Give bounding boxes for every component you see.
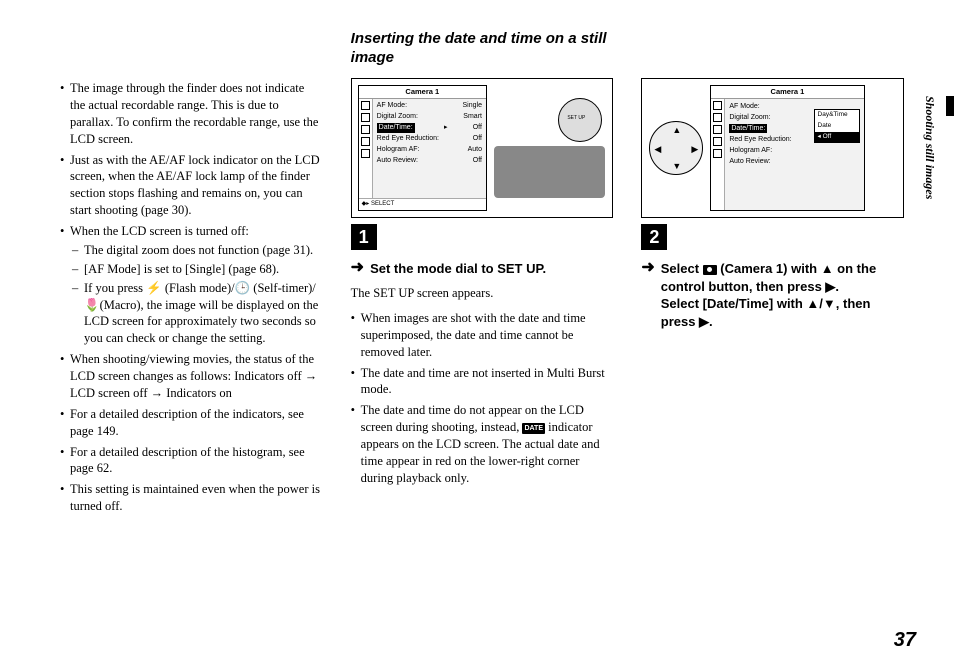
menu-icon-column [711, 99, 725, 210]
submenu-item-selected: ◂ Off [815, 132, 859, 143]
camera-icon [361, 101, 370, 110]
bullet-item: When the LCD screen is turned off: The d… [60, 223, 323, 347]
dpad-up-icon: ▲ [672, 124, 681, 136]
camera2-icon [713, 113, 722, 122]
menu-rows: AF Mode: Single Digital Zoom: Smart Date/T… [373, 99, 486, 199]
step-heading-text: Set the mode dial to SET UP. [370, 260, 546, 278]
step1-bullets: When images are shot with the date and t… [351, 310, 614, 487]
bullet-item: This setting is maintained even when the… [60, 481, 323, 515]
submenu-text: Off [823, 133, 832, 140]
menu-key: Digital Zoom: [729, 113, 770, 122]
menu-title: Camera 1 [359, 86, 486, 99]
sub-bullet-list: The digital zoom does not function (page… [70, 242, 323, 347]
menu-value: Off [473, 156, 482, 165]
dpad-illustration: ▲ ▼ ◀ ▶ [648, 85, 704, 211]
menu-key: Auto Review: [729, 157, 770, 166]
setup1-icon [361, 137, 370, 146]
dpad-down-icon: ▼ [672, 160, 681, 172]
section-side-label: Shooting still images [922, 96, 938, 199]
arrow-right-icon: ➜ [641, 260, 654, 276]
menu-key: AF Mode: [377, 101, 407, 110]
menu-screenshot-1: Camera 1 AF Mode: Single Digital Zoom: Sma… [358, 85, 487, 211]
sub-bullet-item: [AF Mode] is set to [Single] (page 68). [70, 261, 323, 278]
step1-diagram: Camera 1 AF Mode: Single Digital Zoom: Sma… [351, 78, 614, 218]
setup2-icon [361, 149, 370, 158]
camera-icon [703, 265, 717, 275]
bullet-item: The date and time do not appear on the L… [351, 402, 614, 486]
arrow-right-icon: ➜ [351, 260, 364, 278]
bullet-item: For a detailed description of the indica… [60, 406, 323, 440]
page-number: 37 [894, 627, 916, 654]
menu-key: Digital Zoom: [377, 112, 418, 121]
section-title: Inserting the date and time on a still i… [351, 30, 614, 68]
middle-column: Inserting the date and time on a still i… [351, 30, 614, 519]
menu-value: Off [473, 134, 482, 143]
camera-icon [713, 101, 722, 110]
date-indicator-icon: DATE [522, 423, 545, 434]
menu-footer: ◆▸ SELECT [359, 198, 486, 209]
menu-value: Single [463, 101, 482, 110]
bullet-item: When images are shot with the date and t… [351, 310, 614, 361]
menu-icon-column [359, 99, 373, 199]
mode-dial-icon [558, 98, 602, 142]
menu-key: Auto Review: [377, 156, 418, 165]
submenu-item: Day&Time [815, 110, 859, 121]
menu-value: Smart [463, 112, 482, 121]
menu-arrow: ▸ [440, 123, 448, 132]
submenu-popup: Day&Time Date ◂ Off [814, 109, 860, 143]
menu-rows: AF Mode: Digital Zoom: Date/Time: Red Ey… [725, 99, 863, 210]
sub-bullet-item: If you press ⚡ (Flash mode)/🕒 (Self-time… [70, 280, 323, 348]
memory-icon [361, 125, 370, 134]
dpad-right-icon: ▶ [691, 143, 698, 155]
camera2-icon [361, 113, 370, 122]
bullet-item: When shooting/viewing movies, the status… [60, 351, 323, 402]
camera-body-icon [494, 146, 605, 198]
step1-body: The SET UP screen appears. [351, 285, 614, 302]
step-number-1: 1 [351, 224, 377, 250]
step2-heading: ➜ Select (Camera 1) with ▲ on the contro… [641, 260, 904, 330]
dpad-icon: ▲ ▼ ◀ ▶ [649, 121, 703, 175]
step-text: Select [Date/Time] with ▲/▼, then press … [661, 296, 871, 329]
menu-value: Auto [468, 145, 482, 154]
step-text: Select [661, 261, 703, 276]
bullet-item: The date and time are not inserted in Mu… [351, 365, 614, 399]
section-tab [946, 96, 954, 116]
menu-key: AF Mode: [729, 102, 759, 111]
bullet-item: Just as with the AE/AF lock indicator on… [60, 152, 323, 220]
step1-heading: ➜ Set the mode dial to SET UP. [351, 260, 614, 278]
camera-illustration [493, 85, 606, 211]
step2-diagram: ▲ ▼ ◀ ▶ Camera 1 AF [641, 78, 904, 218]
dpad-left-icon: ◀ [654, 143, 661, 155]
menu-screenshot-2: Camera 1 AF Mode: Digital Zoom: Date/Tim… [710, 85, 864, 211]
bullet-item: The image through the finder does not in… [60, 80, 323, 148]
menu-title: Camera 1 [711, 86, 863, 99]
menu-footer-text: SELECT [371, 201, 394, 207]
right-column: ▲ ▼ ◀ ▶ Camera 1 AF [641, 30, 904, 519]
bullet-list-1: The image through the finder does not in… [60, 80, 323, 515]
menu-key: Hologram AF: [729, 146, 772, 155]
step-number-2: 2 [641, 224, 667, 250]
setup1-icon [713, 137, 722, 146]
menu-key: Red Eye Reduction: [729, 135, 791, 144]
submenu-item: Date [815, 121, 859, 132]
memory-icon [713, 125, 722, 134]
bullet-text: When the LCD screen is turned off: [70, 224, 249, 238]
setup2-icon [713, 149, 722, 158]
left-column: The image through the finder does not in… [60, 30, 323, 519]
menu-key: Red Eye Reduction: [377, 134, 439, 143]
menu-value: Off [473, 123, 482, 132]
menu-key: Date/Time: [729, 124, 767, 133]
menu-key: Date/Time: [377, 123, 415, 132]
menu-key: Hologram AF: [377, 145, 420, 154]
bullet-item: For a detailed description of the histog… [60, 444, 323, 478]
sub-bullet-item: The digital zoom does not function (page… [70, 242, 323, 259]
